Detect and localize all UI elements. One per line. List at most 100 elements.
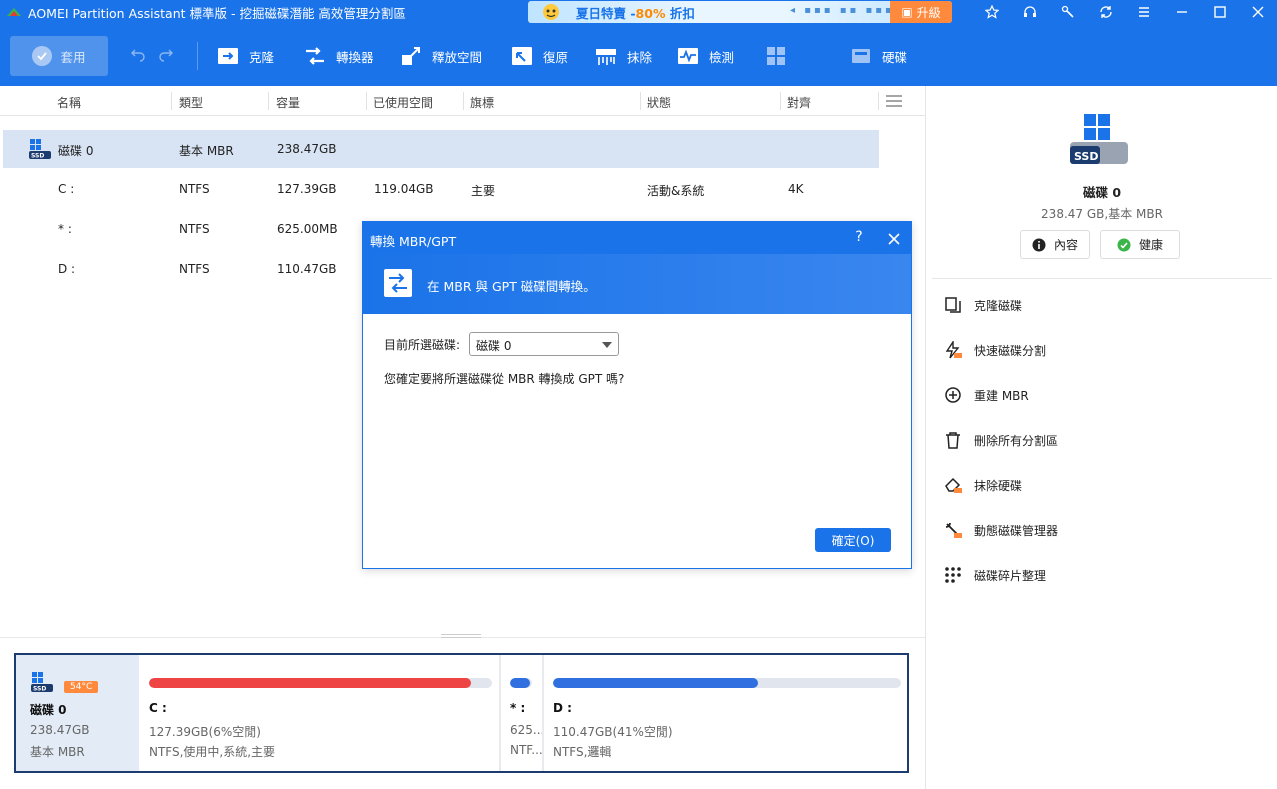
health-button[interactable]: 健康 [1100,230,1180,259]
column-settings-icon[interactable] [886,95,902,107]
wrench-icon [945,522,962,538]
wipe-button[interactable]: 抹除 [595,44,652,68]
table-row[interactable]: C : NTFS 127.39GB 119.04GB 主要 活動&系統 4K [3,170,879,208]
hamburger-icon [1139,7,1149,17]
selected-disk-label: 目前所選磁碟: [384,338,461,352]
action-delete-all-partitions[interactable]: 刪除所有分割區 [944,430,1058,450]
right-panel: SSD 磁碟 0 238.47 GB,基本 MBR 內容 健康 克隆磁碟 快速磁… [925,86,1277,789]
partition-star[interactable]: * : 625... NTF... [502,655,544,771]
properties-button[interactable]: 內容 [1020,230,1090,259]
free-space-icon [402,47,420,65]
table-row[interactable]: SSD 磁碟 0 基本 MBR 238.47GB [3,130,879,168]
disk-tool-icon [852,49,870,63]
tools-button[interactable] [1049,0,1087,24]
promo-decoration: ◂ ▪▪▪ ▪▪ ▪▪▪ [790,5,895,16]
action-rebuild-mbr[interactable]: 重建 MBR [944,385,1029,405]
check-button[interactable]: 檢測 [677,44,734,68]
partition-c[interactable]: C : 127.39GB(6%空閒) NTFS,使用中,系統,主要 [141,655,498,771]
convert-mbr-gpt-dialog: 轉換 MBR/GPT ? 在 MBR 與 GPT 磁碟間轉換。 目前所選磁碟: … [362,221,912,569]
svg-text:SSD: SSD [1074,150,1098,163]
convert-icon [306,47,324,65]
favorite-button[interactable] [973,0,1011,24]
selected-disk-info: 238.47 GB,基本 MBR [1041,207,1163,221]
col-align[interactable]: 對齊 [787,94,811,111]
support-button[interactable] [1011,0,1049,24]
refresh-icon [1100,6,1112,18]
col-flag[interactable]: 旗標 [470,94,494,111]
main-toolbar: 套用 克隆 轉換器 釋放空間 復原 抹除 檢測 硬碟 [0,24,1277,86]
action-defrag[interactable]: 磁碟碎片整理 [944,565,1046,585]
health-icon [1117,238,1131,251]
action-clone-disk[interactable]: 克隆磁碟 [944,295,1022,315]
more-tools-button[interactable] [765,44,797,68]
title-bar: AOMEI Partition Assistant 標準版 - 挖掘磁碟潛能 高… [0,0,1277,24]
redo-icon[interactable] [158,46,174,62]
ok-button[interactable]: 確定(O) [815,528,891,552]
menu-button[interactable] [1125,0,1163,24]
action-wipe-disk[interactable]: 抹除硬碟 [944,475,1022,495]
recover-button[interactable]: 復原 [511,44,568,68]
disk-tool-button[interactable]: 硬碟 [850,44,907,68]
toolbar-separator [197,42,198,70]
ssd-disk-icon: SSD [29,139,51,160]
minimize-button[interactable] [1163,0,1201,24]
action-quick-partition[interactable]: 快速磁碟分割 [944,340,1046,360]
chevron-down-icon [602,342,612,348]
usage-bar [553,678,901,688]
col-status[interactable]: 狀態 [647,94,671,111]
maximize-button[interactable] [1201,0,1239,24]
disk-select[interactable]: 磁碟 0 [469,332,619,356]
undo-icon[interactable] [130,46,146,62]
quick-partition-icon [945,341,962,359]
eraser-icon [945,477,962,493]
partition-d[interactable]: D : 110.47GB(41%空閒) NTFS,邏輯 [545,655,907,771]
ssd-disk-icon: SSD [31,672,53,693]
close-icon[interactable] [887,232,901,246]
usage-bar-fill [149,678,472,688]
splitter-handle[interactable] [441,634,481,638]
close-window-button[interactable] [1239,0,1277,24]
free-space-button[interactable]: 釋放空間 [400,44,482,68]
panel-divider [932,278,1272,279]
clone-button[interactable]: 克隆 [217,44,274,68]
tools-icon [1061,5,1074,18]
confirm-question: 您確定要將所選磁碟從 MBR 轉換成 GPT 嗎? [384,372,625,386]
dialog-title: 轉換 MBR/GPT [370,234,457,249]
refresh-button[interactable] [1087,0,1125,24]
disk-map-disk-cell[interactable]: SSD 54°C 磁碟 0 238.47GB 基本 MBR [16,655,139,771]
col-capacity[interactable]: 容量 [276,94,300,111]
action-dynamic-disk-manager[interactable]: 動態磁碟管理器 [944,520,1058,540]
col-type[interactable]: 類型 [179,94,203,111]
usage-bar-fill [553,678,759,688]
usage-bar-fill [510,678,530,688]
app-logo-icon [7,8,21,16]
recover-icon [512,47,532,65]
ssd-disk-large-icon: SSD [1070,114,1128,164]
col-used[interactable]: 已使用空間 [373,94,433,111]
selected-disk-name: 磁碟 0 [1082,185,1122,200]
disk-map: SSD 54°C 磁碟 0 238.47GB 基本 MBR C : 127.39… [14,653,909,773]
apply-button[interactable]: 套用 [10,36,108,76]
trash-icon [946,432,960,449]
dialog-subtitle: 在 MBR 與 GPT 磁碟間轉換。 [427,279,596,294]
help-button[interactable]: ? [851,229,867,245]
maximize-icon [1214,6,1226,18]
more-icon [767,47,785,65]
star-icon [985,5,999,19]
minimize-icon [1177,11,1187,13]
defrag-icon [945,567,961,583]
window-controls [973,0,1277,24]
upgrade-button[interactable]: ▣ 升級 [890,1,952,23]
headset-icon [1024,6,1036,17]
svg-text:SSD: SSD [33,686,46,693]
cart-icon: ▣ [901,5,913,19]
undo-redo-group [130,46,174,62]
clone-disk-icon [945,297,961,313]
converter-button[interactable]: 轉換器 [304,44,374,68]
col-name[interactable]: 名稱 [57,94,81,111]
rebuild-mbr-icon [945,387,961,403]
promo-mascot-icon [543,4,559,20]
table-header: 名稱 類型 容量 已使用空間 旗標 狀態 對齊 [0,86,925,116]
usage-bar [510,678,532,688]
promo-banner[interactable]: 夏日特賣 -80% 折扣 ◂ ▪▪▪ ▪▪ ▪▪▪ ▣ 升級 [528,1,952,23]
